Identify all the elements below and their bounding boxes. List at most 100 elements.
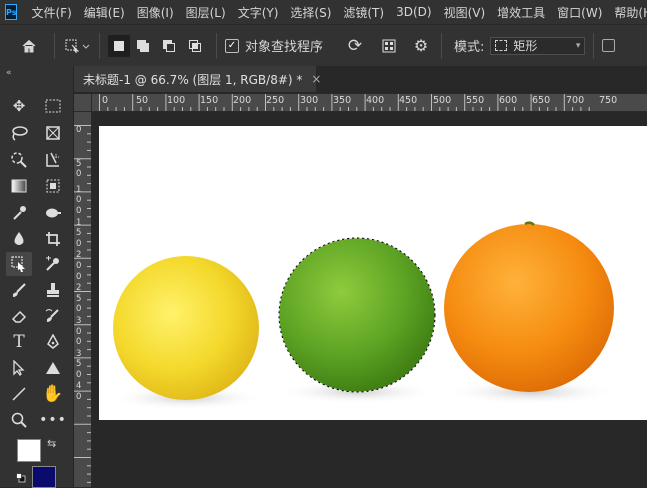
lasso-tool-icon[interactable] xyxy=(6,121,32,145)
move-tool-icon[interactable]: ✥ xyxy=(6,94,32,118)
ruler-label: 0 xyxy=(76,304,82,315)
orange[interactable] xyxy=(444,224,614,392)
stamp-tool-icon[interactable] xyxy=(40,278,66,302)
ruler-label: 1 xyxy=(76,217,82,228)
menu-view[interactable]: 视图(V) xyxy=(444,4,486,21)
line-tool-icon[interactable] xyxy=(6,382,32,406)
photoshop-logo[interactable]: Ps xyxy=(5,4,18,20)
burn-tool-icon[interactable] xyxy=(40,201,66,225)
ruler-label: 400 xyxy=(366,95,385,106)
ruler-label: 0 xyxy=(76,337,82,348)
lime[interactable] xyxy=(279,238,435,392)
menu-help[interactable]: 帮助(H) xyxy=(614,4,647,21)
ruler-label: 3 xyxy=(76,315,82,326)
ruler-label: 550 xyxy=(466,95,485,106)
ruler-label: 0 xyxy=(76,195,82,206)
menu-filter[interactable]: 滤镜(T) xyxy=(343,4,384,21)
object-finder-checkbox[interactable]: ✓ xyxy=(225,38,239,53)
ruler-label: 600 xyxy=(499,95,518,106)
ruler-label: 650 xyxy=(532,95,551,106)
menu-edit[interactable]: 编辑(E) xyxy=(84,4,125,21)
pen-tool-icon[interactable] xyxy=(40,330,66,354)
ruler-label: 0 xyxy=(102,95,109,106)
menu-image[interactable]: 图像(I) xyxy=(137,4,174,21)
eyedropper-tool-icon[interactable] xyxy=(6,201,32,225)
document-tab-strip: 未标题-1 @ 66.7% (图层 1, RGB/8#) * × xyxy=(74,66,647,92)
quick-selection-tool-icon[interactable] xyxy=(6,148,32,172)
gear-icon[interactable]: ⚙ xyxy=(409,36,433,55)
menu-file[interactable]: 文件(F) xyxy=(31,4,71,21)
brush-tool-icon[interactable] xyxy=(6,278,32,302)
ruler-label: 2 xyxy=(76,283,82,294)
lemon[interactable] xyxy=(113,256,259,400)
object-finder-label: 对象查找程序 xyxy=(245,40,324,55)
ruler-label: 0 xyxy=(76,205,82,216)
horizontal-ruler[interactable]: 0 50 100 150 200 250 300 350 400 450 500… xyxy=(92,94,647,112)
background-color-swatch[interactable] xyxy=(32,466,56,488)
ruler-label: 350 xyxy=(333,95,352,106)
zoom-tool-icon[interactable] xyxy=(6,408,32,432)
ruler-label: 100 xyxy=(167,95,186,106)
ruler-label: 5 xyxy=(76,293,82,304)
intersect-selection-icon[interactable] xyxy=(182,38,208,54)
ruler-label: 250 xyxy=(266,95,285,106)
separator xyxy=(54,32,55,59)
document-tab-title: 未标题-1 @ 66.7% (图层 1, RGB/8#) * xyxy=(83,72,303,87)
tools-panel: « ✥ T ✋ ••• ⇆ xyxy=(0,66,74,488)
frame-tool-icon[interactable] xyxy=(40,121,66,145)
path-selection-tool-icon[interactable] xyxy=(6,356,32,380)
slice-tool-icon[interactable] xyxy=(40,148,66,172)
menu-window[interactable]: 窗口(W) xyxy=(557,4,602,21)
ruler-label: 3 xyxy=(76,348,82,359)
ruler-label: 0 xyxy=(76,326,82,337)
ruler-label: 150 xyxy=(200,95,219,106)
menu-plugins[interactable]: 增效工具 xyxy=(497,4,545,21)
swap-colors-icon[interactable]: ⇆ xyxy=(47,437,56,450)
separator xyxy=(99,32,100,59)
ruler-origin[interactable] xyxy=(74,94,92,112)
vertical-ruler[interactable]: 0 5 0 1 0 0 1 5 0 2 0 0 2 5 0 3 0 0 3 5 … xyxy=(74,112,92,487)
ruler-label: 5 xyxy=(76,158,82,169)
separator xyxy=(593,32,595,59)
blur-tool-icon[interactable] xyxy=(6,227,32,251)
document-canvas[interactable] xyxy=(99,126,647,420)
shape-tool-icon[interactable] xyxy=(40,356,66,380)
close-icon[interactable]: × xyxy=(311,72,321,86)
subtract-from-selection-icon[interactable] xyxy=(156,38,182,54)
new-selection-icon[interactable] xyxy=(108,34,130,57)
history-brush-tool-icon[interactable] xyxy=(40,304,66,328)
ruler-label: 200 xyxy=(233,95,252,106)
menu-layer[interactable]: 图层(L) xyxy=(186,4,226,21)
object-selection-tool-icon[interactable] xyxy=(6,252,32,276)
color-sampler-tool-icon[interactable] xyxy=(40,252,66,276)
ruler-label: 0 xyxy=(76,260,82,271)
type-tool-icon[interactable]: T xyxy=(6,330,32,354)
default-colors-icon[interactable] xyxy=(16,468,26,483)
artboard-tool-icon[interactable] xyxy=(40,94,66,118)
menu-select[interactable]: 选择(S) xyxy=(290,4,331,21)
crop-tool-icon[interactable] xyxy=(40,227,66,251)
object-selection-tool-preset-icon[interactable] xyxy=(63,38,91,54)
hand-tool-icon[interactable]: ✋ xyxy=(40,382,66,406)
ruler-label: 0 xyxy=(76,392,82,403)
object-selection-alt-icon[interactable] xyxy=(40,174,66,198)
gradient-tool-icon[interactable] xyxy=(6,174,32,198)
mode-select[interactable]: 矩形 ▾ xyxy=(490,36,586,55)
document-tab[interactable]: 未标题-1 @ 66.7% (图层 1, RGB/8#) * × xyxy=(74,66,321,92)
separator xyxy=(216,32,217,59)
home-icon[interactable] xyxy=(18,38,40,54)
ruler-label: 0 xyxy=(76,125,82,135)
menu-type[interactable]: 文字(Y) xyxy=(238,4,279,21)
show-all-objects-icon[interactable] xyxy=(377,39,401,53)
mode-value: 矩形 xyxy=(513,39,538,53)
subtract-checkbox[interactable] xyxy=(602,39,616,52)
more-tools-icon[interactable]: ••• xyxy=(39,408,66,432)
photo-fruits[interactable] xyxy=(99,126,647,420)
foreground-color-swatch[interactable] xyxy=(17,439,41,462)
refresh-icon[interactable]: ⟳ xyxy=(343,36,367,56)
add-to-selection-icon[interactable] xyxy=(130,38,156,54)
ruler-label: 0 xyxy=(76,238,82,249)
collapse-panel-icon[interactable]: « xyxy=(6,68,11,78)
eraser-tool-icon[interactable] xyxy=(6,304,32,328)
menu-3d[interactable]: 3D(D) xyxy=(396,5,431,19)
